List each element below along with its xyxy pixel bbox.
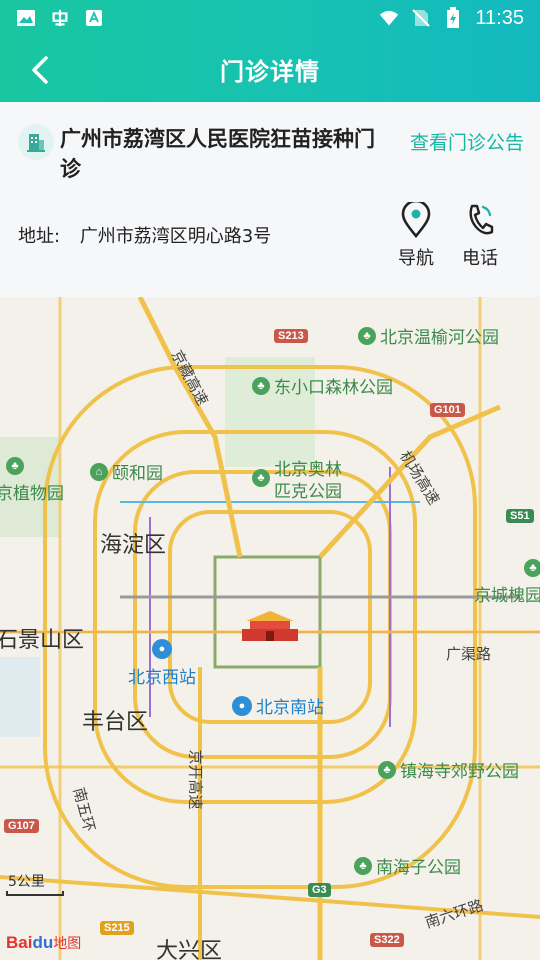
location-pin-icon bbox=[401, 202, 431, 238]
tree-icon: ♣ bbox=[358, 326, 376, 345]
tree-icon: ♣ bbox=[252, 469, 270, 487]
map-view[interactable]: 海淀区 石景山区 丰台区 大兴区 ♣ 北京温榆河公园 ♣ 东小口森林公园 ⌂ 颐和园 … bbox=[0, 297, 540, 960]
district-label: 海淀区 bbox=[100, 532, 167, 557]
district-label: 丰台区 bbox=[82, 709, 149, 734]
park-label: ♣ 京城槐园 bbox=[474, 559, 540, 606]
clinic-name: 广州市荔湾区人民医院狂苗接种门诊 bbox=[60, 127, 375, 181]
road-shield: G101 bbox=[430, 403, 465, 417]
battery-charging-icon bbox=[443, 7, 463, 28]
status-left-icons bbox=[16, 8, 104, 28]
station-label: ● 北京南站 bbox=[232, 693, 324, 718]
phone-button[interactable]: 电话 bbox=[452, 202, 508, 270]
road-shield: S322 bbox=[370, 933, 404, 947]
navigate-button[interactable]: 导航 bbox=[388, 202, 444, 270]
park-label: ♣ 南海子公园 bbox=[354, 853, 461, 878]
park-label: ⌂ 颐和园 bbox=[90, 459, 163, 484]
address-value: 广州市荔湾区明心路3号 bbox=[79, 226, 272, 247]
back-button[interactable] bbox=[20, 50, 60, 90]
clinic-address: 地址: 广州市荔湾区明心路3号 bbox=[18, 222, 271, 248]
station-label: ● 北京西站 bbox=[128, 639, 196, 688]
road-shield: G3 bbox=[308, 883, 331, 897]
page-title: 门诊详情 bbox=[220, 57, 320, 86]
bug-icon bbox=[50, 8, 70, 28]
status-time: 11:35 bbox=[475, 6, 524, 29]
map-scale-label: 5公里 bbox=[8, 874, 45, 890]
park-label: ♣ 京植物园 bbox=[0, 457, 64, 504]
status-bar: 11:35 bbox=[0, 0, 540, 36]
app-header: 11:35 门诊详情 bbox=[0, 0, 540, 102]
train-station-icon: ● bbox=[232, 695, 252, 716]
road-shield: S213 bbox=[274, 329, 308, 343]
district-label: 大兴区 bbox=[156, 938, 223, 960]
tree-icon: ♣ bbox=[354, 856, 372, 875]
tree-icon: ♣ bbox=[524, 559, 540, 577]
tree-icon: ♣ bbox=[378, 760, 396, 779]
road-shield: G107 bbox=[4, 819, 39, 833]
tree-icon: ♣ bbox=[252, 376, 270, 395]
park-label: ♣ 北京奥林匹克公园 bbox=[252, 459, 350, 503]
clinic-info-panel: 广州市荔湾区人民医院狂苗接种门诊 查看门诊公告 地址: 广州市荔湾区明心路3号 … bbox=[0, 102, 540, 297]
text-a-icon bbox=[84, 8, 104, 28]
status-right-icons: 11:35 bbox=[379, 7, 524, 30]
road-label: 广渠路 bbox=[446, 646, 492, 663]
map-scale-bar bbox=[6, 891, 64, 896]
gallery-icon bbox=[16, 8, 36, 28]
view-notice-link[interactable]: 查看门诊公告 bbox=[410, 128, 524, 155]
park-label: ♣ 东小口森林公园 bbox=[252, 373, 393, 398]
park-label: ♣ 北京温榆河公园 bbox=[358, 323, 499, 348]
road-shield: S51 bbox=[506, 509, 534, 523]
no-sim-icon bbox=[411, 8, 431, 28]
tree-icon: ♣ bbox=[6, 457, 24, 475]
chevron-left-icon bbox=[32, 56, 48, 84]
palace-icon: ⌂ bbox=[90, 462, 108, 481]
district-label: 石景山区 bbox=[0, 627, 85, 652]
train-station-icon: ● bbox=[152, 639, 172, 659]
park-label: ♣ 镇海寺郊野公园 bbox=[378, 757, 519, 782]
navigate-label: 导航 bbox=[398, 248, 434, 269]
address-label: 地址: bbox=[18, 226, 61, 247]
baidu-map-logo: Baidu地图 bbox=[6, 933, 82, 952]
phone-icon bbox=[469, 204, 494, 235]
hospital-building-icon bbox=[18, 124, 54, 160]
road-label: 京开高速 bbox=[186, 749, 204, 810]
phone-label: 电话 bbox=[462, 248, 498, 269]
wifi-icon bbox=[379, 8, 399, 28]
title-bar: 门诊详情 bbox=[0, 36, 540, 102]
road-shield: S215 bbox=[100, 921, 134, 935]
